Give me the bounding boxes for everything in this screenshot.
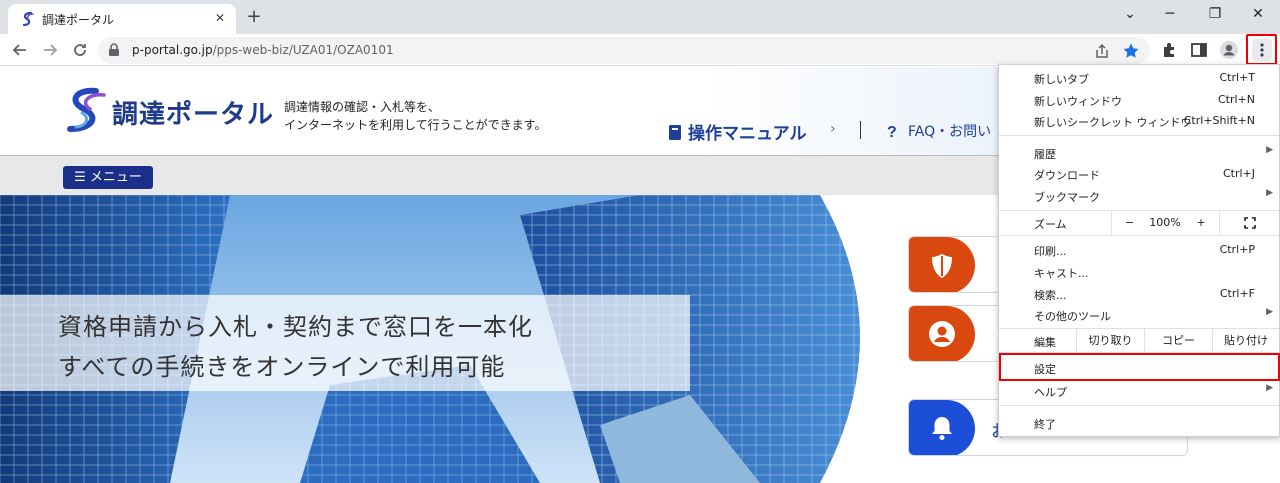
zoom-in-button[interactable]: +	[1183, 211, 1219, 235]
new-tab-button[interactable]: +	[243, 6, 265, 28]
settings-label: 設定	[1034, 363, 1056, 376]
profile-avatar-icon[interactable]	[1218, 39, 1240, 61]
submenu-arrow-icon: ▶	[1266, 307, 1273, 317]
site-logo-icon[interactable]	[62, 87, 112, 133]
back-button[interactable]	[8, 38, 32, 62]
fullscreen-icon	[1243, 217, 1256, 229]
menu-item-history[interactable]: 履歴 ▶	[999, 142, 1279, 164]
menu-divider	[999, 135, 1279, 136]
edit-label: 編集	[1034, 336, 1056, 349]
shield-leaf-icon	[932, 254, 952, 278]
menu-item-settings[interactable]: 設定	[999, 353, 1280, 381]
svg-text:?: ?	[887, 124, 897, 139]
zoom-label: ズーム	[1034, 218, 1067, 231]
menu-divider	[999, 405, 1279, 406]
extensions-icon[interactable]	[1158, 39, 1180, 61]
hero-line-2: すべての手続きをオンラインで利用可能	[58, 353, 506, 381]
menu-zoom-row: ズーム − 100% +	[999, 211, 1279, 235]
tab-search-icon[interactable]: ⌄	[1110, 2, 1150, 26]
menu-item-print[interactable]: 印刷... Ctrl+P	[999, 239, 1279, 261]
menu-item-incognito[interactable]: 新しいシークレット ウィンドウ Ctrl+Shift+N	[999, 110, 1279, 132]
notice-badge	[909, 400, 975, 455]
paste-button[interactable]: 貼り付け	[1212, 329, 1279, 353]
bookmark-star-icon[interactable]	[1122, 42, 1140, 60]
user-circle-icon	[929, 321, 955, 347]
menu-item-help[interactable]: ヘルプ ▶	[999, 380, 1279, 402]
question-icon: ?	[887, 124, 897, 141]
tagline-line-1: 調達情報の確認・入札等を、	[284, 100, 441, 114]
copy-button[interactable]: コピー	[1144, 329, 1212, 353]
tab-close-icon[interactable]: ✕	[211, 9, 229, 27]
user-badge	[909, 306, 975, 361]
hero-text-overlay: 資格申請から入札・契約まで窓口を一本化 すべての手続きをオンラインで利用可能	[0, 295, 690, 391]
forward-arrow-icon	[44, 44, 58, 56]
zoom-out-button[interactable]: −	[1111, 211, 1147, 235]
active-tab[interactable]: 調達ポータル ✕	[8, 4, 236, 34]
manual-link[interactable]: 操作マニュアル ›	[668, 119, 836, 144]
submenu-arrow-icon: ▶	[1266, 383, 1273, 393]
forward-button[interactable]	[38, 38, 62, 62]
manual-link-label: 操作マニュアル	[688, 124, 807, 144]
chrome-menu-dropdown: 新しいタブ Ctrl+T 新しいウィンドウ Ctrl+N 新しいシークレット ウィン…	[998, 64, 1280, 437]
reload-button[interactable]	[68, 38, 92, 62]
submenu-arrow-icon: ▶	[1266, 145, 1273, 155]
hero-line-1: 資格申請から入札・契約まで窓口を一本化	[58, 313, 533, 341]
back-arrow-icon	[12, 44, 26, 56]
menu-item-new-window[interactable]: 新しいウィンドウ Ctrl+N	[999, 89, 1279, 111]
hero-banner: 資格申請から入札・契約まで窓口を一本化 すべての手続きをオンラインで利用可能	[0, 195, 870, 483]
cut-button[interactable]: 切り取り	[1076, 329, 1144, 353]
bell-icon	[932, 417, 952, 440]
header-separator	[860, 121, 861, 139]
address-bar[interactable]: p-portal.go.jp/pps-web-biz/UZA01/OZA0101	[98, 37, 1150, 64]
tab-title: 調達ポータル	[42, 13, 115, 27]
menu-item-bookmarks[interactable]: ブックマーク ▶	[999, 185, 1279, 207]
lock-icon[interactable]	[108, 43, 120, 57]
book-icon	[669, 125, 681, 140]
site-menu-button[interactable]: ☰ メニュー	[63, 166, 153, 189]
maximize-button[interactable]: ❐	[1195, 2, 1235, 26]
menu-item-new-tab[interactable]: 新しいタブ Ctrl+T	[999, 67, 1279, 89]
browser-toolbar: p-portal.go.jp/pps-web-biz/UZA01/OZA0101	[0, 34, 1280, 66]
minimize-button[interactable]: ─	[1150, 2, 1190, 26]
zoom-value: 100%	[1149, 216, 1181, 229]
menu-edit-row: 編集 切り取り コピー 貼り付け	[999, 329, 1279, 353]
menu-item-more-tools[interactable]: その他のツール ▶	[999, 304, 1279, 326]
site-tagline: 調達情報の確認・入札等を、 インターネットを利用して行うことができます。	[284, 98, 546, 134]
chrome-menu-button[interactable]	[1252, 39, 1272, 61]
menu-button-highlight	[1246, 34, 1277, 65]
more-vert-icon	[1260, 43, 1264, 57]
url-path: /pps-web-biz/UZA01/OZA0101	[212, 43, 394, 57]
side-panel-icon[interactable]	[1188, 39, 1210, 61]
menu-item-exit[interactable]: 終了	[999, 412, 1279, 434]
site-favicon-icon	[22, 11, 34, 27]
share-icon[interactable]	[1093, 42, 1111, 60]
manual-chevron-icon: ›	[830, 121, 836, 137]
menu-item-cast[interactable]: キャスト...	[999, 261, 1279, 283]
qualification-badge	[909, 237, 975, 292]
tagline-line-2: インターネットを利用して行うことができます。	[284, 118, 547, 132]
faq-link-label: FAQ・お問い	[908, 124, 992, 140]
menu-item-downloads[interactable]: ダウンロード Ctrl+J	[999, 163, 1279, 185]
menu-divider	[999, 235, 1279, 236]
reload-icon	[74, 44, 86, 56]
fullscreen-button[interactable]	[1219, 211, 1279, 235]
url-domain: p-portal.go.jp	[132, 43, 213, 57]
menu-item-find[interactable]: 検索... Ctrl+F	[999, 283, 1279, 305]
tab-strip: 調達ポータル ✕ + ⌄ ─ ❐ ✕	[0, 0, 1280, 34]
browser-window: 調達ポータル ✕ + ⌄ ─ ❐ ✕ p-portal.go.jp/pps-we…	[0, 0, 1280, 483]
window-close-button[interactable]: ✕	[1238, 2, 1278, 26]
url-text[interactable]: p-portal.go.jp/pps-web-biz/UZA01/OZA0101	[132, 43, 394, 57]
submenu-arrow-icon: ▶	[1266, 188, 1273, 198]
site-logo-text[interactable]: 調達ポータル	[112, 94, 274, 131]
faq-link[interactable]: ? FAQ・お問い	[884, 121, 991, 141]
